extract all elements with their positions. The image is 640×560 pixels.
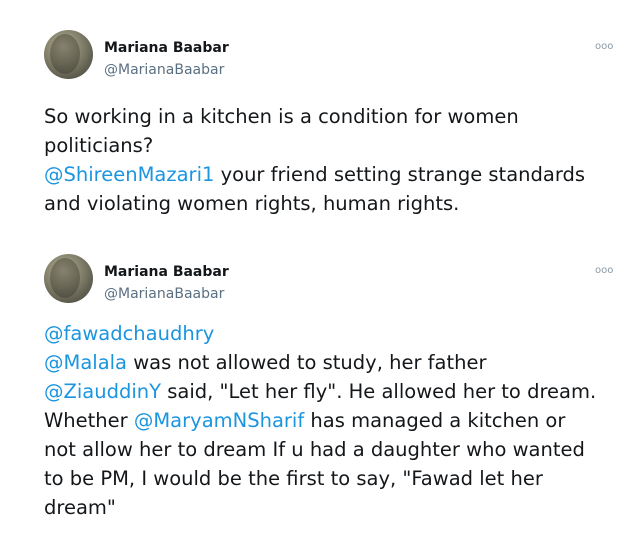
tweet-text-line: @ShireenMazari1 your friend setting stra… [44, 160, 624, 189]
tweet-text-line: politicians? [44, 131, 624, 160]
avatar[interactable] [44, 254, 93, 303]
tweet-text-segment: was not allowed to study, her father [127, 351, 487, 374]
mention-link[interactable]: @MaryamNSharif [134, 409, 304, 432]
tweet-text-line: not allow her to dream If u had a daught… [44, 435, 624, 464]
author-handle[interactable]: @MarianaBaabar [104, 62, 224, 78]
tweet-text-line: So working in a kitchen is a condition f… [44, 102, 624, 131]
more-options-icon[interactable]: ooo [595, 266, 613, 276]
mention-link[interactable]: @ShireenMazari1 [44, 163, 214, 186]
mention-link[interactable]: @fawadchaudhry [44, 322, 214, 345]
tweet-text-line: and violating women rights, human rights… [44, 189, 624, 218]
tweet-text-line: @fawadchaudhry [44, 319, 624, 348]
tweet-text-line: dream" [44, 493, 624, 522]
tweet-text-segment: and violating women rights, human rights… [44, 192, 460, 215]
tweet-text-segment: politicians? [44, 134, 154, 157]
author-display-name[interactable]: Mariana Baabar [104, 40, 229, 56]
tweet-text-segment: not allow her to dream If u had a daught… [44, 438, 585, 461]
author-handle[interactable]: @MarianaBaabar [104, 286, 224, 302]
tweet-text: So working in a kitchen is a condition f… [44, 102, 624, 218]
tweet-text-line: Whether @MaryamNSharif has managed a kit… [44, 406, 624, 435]
tweet-text-segment: dream" [44, 496, 116, 519]
tweet-text: @fawadchaudhry @Malala was not allowed to… [44, 319, 624, 522]
more-options-icon[interactable]: ooo [595, 42, 613, 52]
tweet-text-segment: to be PM, I would be the first to say, "… [44, 467, 543, 490]
tweet-text-line: to be PM, I would be the first to say, "… [44, 464, 624, 493]
mention-link[interactable]: @ZiauddinY [44, 380, 161, 403]
tweet-text-segment: your friend setting strange standards [214, 163, 586, 186]
tweet-text-segment: said, "Let her fly". He allowed her to d… [161, 380, 597, 403]
tweet-text-segment: has managed a kitchen or [304, 409, 566, 432]
mention-link[interactable]: @Malala [44, 351, 127, 374]
avatar[interactable] [44, 30, 93, 79]
tweet-text-line: @Malala was not allowed to study, her fa… [44, 348, 624, 377]
tweet-text-segment: So working in a kitchen is a condition f… [44, 105, 519, 128]
tweet-text-line: @ZiauddinY said, "Let her fly". He allow… [44, 377, 624, 406]
tweet-text-segment: Whether [44, 409, 134, 432]
author-display-name[interactable]: Mariana Baabar [104, 264, 229, 280]
